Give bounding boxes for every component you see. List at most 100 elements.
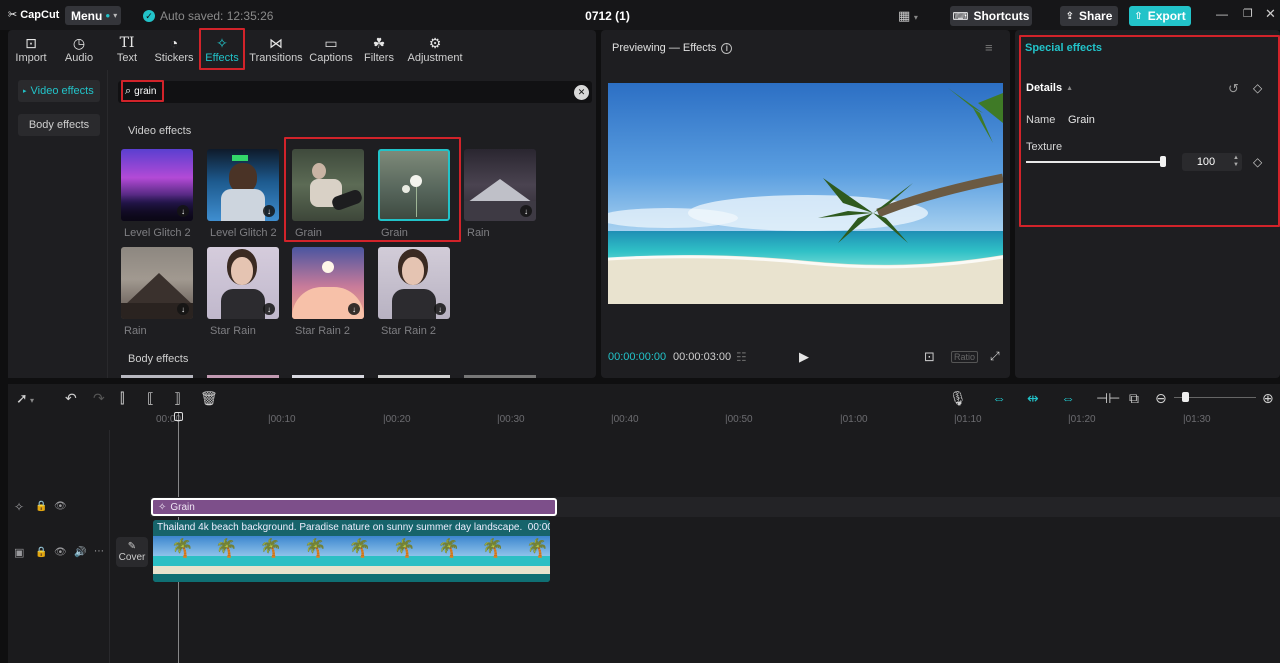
- effect-tile-rain[interactable]: ↓: [464, 149, 536, 221]
- delete-icon[interactable]: 🗑: [200, 390, 218, 407]
- download-icon[interactable]: ↓: [520, 205, 532, 217]
- ruler-tick: |00:30: [497, 414, 525, 425]
- details-header[interactable]: Details ▲: [1026, 82, 1073, 94]
- select-tool-icon[interactable]: ➚ ▾: [16, 390, 34, 407]
- download-icon[interactable]: ↓: [263, 303, 275, 315]
- lock-icon[interactable]: 🔒: [35, 547, 47, 558]
- minimize-icon[interactable]: —: [1216, 7, 1228, 21]
- download-icon[interactable]: ↓: [177, 205, 189, 217]
- split-left-icon[interactable]: ⟦: [147, 390, 154, 407]
- search-input[interactable]: ⌕ grain: [125, 85, 156, 98]
- effect-label: Star Rain: [210, 325, 256, 337]
- tab-filters[interactable]: ☘ Filters: [363, 34, 395, 70]
- effect-tile-grain[interactable]: [292, 149, 364, 221]
- tab-effects[interactable]: ✧ Effects: [202, 34, 242, 70]
- effect-tile-star-rain[interactable]: ↓: [207, 247, 279, 319]
- download-icon[interactable]: ↓: [348, 303, 360, 315]
- more-icon[interactable]: ⋯: [94, 546, 104, 557]
- tab-text[interactable]: TI Text: [112, 34, 142, 70]
- grid-icon[interactable]: ☷: [736, 350, 747, 364]
- lock-icon[interactable]: 🔒: [35, 501, 47, 512]
- bullet-icon: ▸: [23, 88, 27, 95]
- preview-axis-icon[interactable]: ⊣⊢: [1096, 390, 1120, 407]
- effect-tile-star-rain-2[interactable]: ↓: [292, 247, 364, 319]
- eye-icon[interactable]: 👁: [54, 501, 67, 512]
- body-effect-tile-edge: [378, 375, 450, 378]
- body-effect-tile-edge: [121, 375, 193, 378]
- texture-slider-thumb[interactable]: [1160, 156, 1166, 167]
- close-window-icon[interactable]: ✕: [1265, 6, 1276, 22]
- body-effect-tile-edge: [207, 375, 279, 378]
- effect-tile-level-glitch-2-b[interactable]: ↓: [207, 149, 279, 221]
- tab-adjustment[interactable]: ⚙ Adjustment: [405, 34, 465, 70]
- linkage-icon[interactable]: ⇔: [1061, 390, 1075, 406]
- effect-label: Grain: [381, 227, 408, 239]
- magnet-main-icon[interactable]: ⇔: [992, 390, 1006, 406]
- texture-slider-track[interactable]: [1026, 156, 1166, 167]
- maximize-icon[interactable]: ❐: [1243, 7, 1253, 20]
- ratio-button[interactable]: Ratio: [951, 351, 979, 363]
- split-icon[interactable]: ⫿: [120, 390, 124, 407]
- effect-clip-icon: ✧: [158, 501, 167, 513]
- info-icon[interactable]: i: [721, 42, 733, 54]
- texture-input[interactable]: 100 ▲ ▼: [1182, 153, 1242, 171]
- audio-icon: ◷: [72, 35, 86, 51]
- effect-tile-rain-b[interactable]: ↓: [121, 247, 193, 319]
- export-button[interactable]: ⇧ Export: [1129, 6, 1191, 26]
- reset-icon[interactable]: ↺: [1228, 81, 1239, 97]
- stickers-icon: ◔: [169, 35, 179, 51]
- play-icon[interactable]: ▶: [799, 349, 809, 365]
- adjustment-icon: ⚙: [428, 35, 442, 51]
- ruler-tick: |00:50: [725, 414, 753, 425]
- fit-screen-icon[interactable]: ⊡: [924, 349, 935, 365]
- download-icon[interactable]: ↓: [177, 303, 189, 315]
- effect-tile-level-glitch-2[interactable]: ↓: [121, 149, 193, 221]
- auto-snap-icon[interactable]: ⇹: [1027, 390, 1039, 407]
- download-icon[interactable]: ↓: [434, 303, 446, 315]
- tab-import[interactable]: ⊡ Import: [12, 34, 50, 70]
- cover-button[interactable]: ✎ Cover: [116, 537, 148, 567]
- stepper-icon[interactable]: ▲ ▼: [1230, 155, 1242, 169]
- zoom-slider-thumb[interactable]: [1182, 392, 1189, 402]
- effect-tile-grain-selected[interactable]: [378, 149, 450, 221]
- sidebar-item-video-effects[interactable]: ▸ Video effects: [18, 80, 100, 102]
- grain-effect-clip[interactable]: ✧ Grain: [151, 498, 557, 516]
- tab-transitions[interactable]: ⋈ Transitions: [249, 34, 303, 70]
- ruler-tick: |01:30: [1183, 414, 1211, 425]
- clear-search-icon[interactable]: ✕: [574, 85, 589, 100]
- shortcuts-button[interactable]: ⌨ Shortcuts: [950, 6, 1032, 26]
- microphone-icon[interactable]: 🎙: [949, 390, 967, 407]
- ruler-tick: |01:10: [954, 414, 982, 425]
- texture-keyframe-icon[interactable]: ◇: [1253, 155, 1262, 169]
- share-button[interactable]: ⇪ Share: [1060, 6, 1118, 26]
- eye-icon[interactable]: 👁: [54, 547, 67, 558]
- fullscreen-timeline-icon[interactable]: ⧉: [1129, 390, 1139, 407]
- name-value: Grain: [1068, 114, 1095, 126]
- tab-audio[interactable]: ◷ Audio: [62, 34, 96, 70]
- effect-label: Star Rain 2: [295, 325, 351, 337]
- fullscreen-icon[interactable]: ⤢: [990, 349, 1000, 364]
- video-clip[interactable]: Thailand 4k beach background. Paradise n…: [153, 520, 550, 582]
- download-icon[interactable]: ↓: [263, 205, 275, 217]
- zoom-out-icon[interactable]: ⊖: [1155, 390, 1167, 407]
- ruler-tick: |01:00: [840, 414, 868, 425]
- palm-thumbnails: 🌴🌴🌴🌴🌴🌴🌴🌴🌴: [171, 538, 550, 558]
- effects-search[interactable]: [118, 81, 592, 103]
- ruler-tick: |00:40: [611, 414, 639, 425]
- preview-menu-icon[interactable]: ≡: [985, 40, 993, 55]
- duration-timecode: 00:00:03:00: [673, 351, 732, 363]
- search-icon: ⌕: [125, 85, 132, 97]
- split-right-icon[interactable]: ⟧: [174, 390, 181, 407]
- tab-captions[interactable]: ▭ Captions: [309, 34, 353, 70]
- layout-icon[interactable]: ▦ ▾: [898, 8, 918, 24]
- video-track-icon: ▣: [14, 547, 25, 559]
- keyframe-icon[interactable]: ◇: [1253, 81, 1262, 95]
- undo-icon[interactable]: ↶: [65, 390, 77, 407]
- playhead-handle[interactable]: [174, 412, 183, 421]
- effect-label: Level Glitch 2: [124, 227, 191, 239]
- tab-stickers[interactable]: ◔ Stickers: [154, 34, 194, 70]
- zoom-in-icon[interactable]: ⊕: [1262, 390, 1274, 407]
- volume-icon[interactable]: 🔊: [74, 547, 86, 558]
- effect-tile-star-rain-2-b[interactable]: ↓: [378, 247, 450, 319]
- sidebar-item-body-effects[interactable]: Body effects: [18, 114, 100, 136]
